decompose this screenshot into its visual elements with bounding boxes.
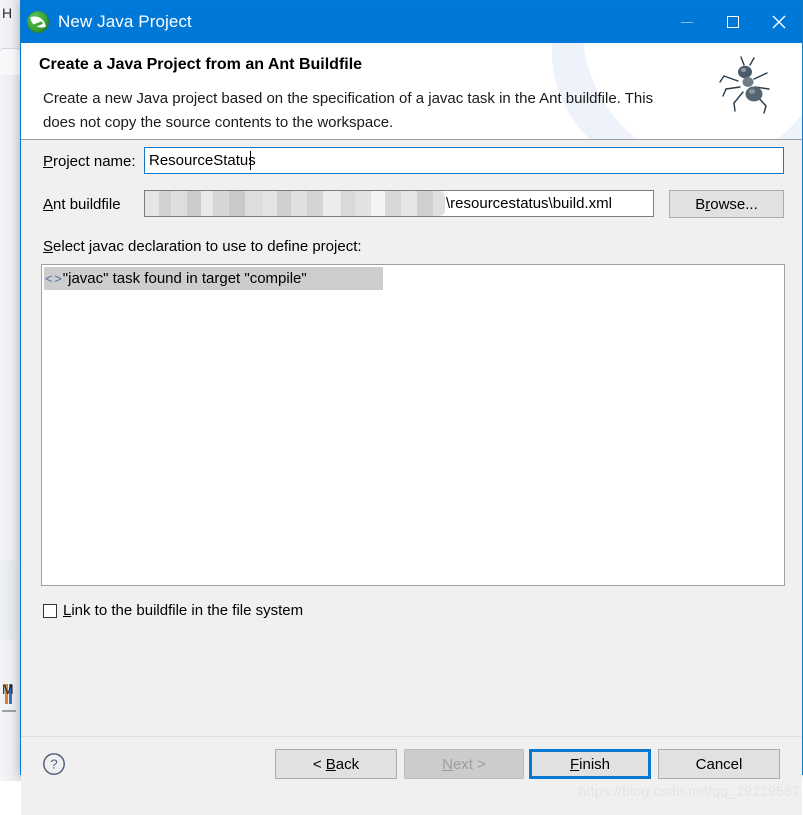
cancel-button[interactable]: Cancel xyxy=(658,749,780,779)
dialog-title: New Java Project xyxy=(58,12,192,31)
link-buildfile-checkbox-row[interactable]: Link to the buildfile in the file system xyxy=(43,602,303,619)
background-window-panel xyxy=(0,560,18,640)
finish-button[interactable]: Finish xyxy=(529,749,651,779)
dialog-header-banner: Create a Java Project from an Ant Buildf… xyxy=(21,43,802,140)
background-window[interactable]: H M xyxy=(0,0,22,781)
text-caret xyxy=(250,151,251,170)
window-controls xyxy=(664,1,802,43)
maximize-icon[interactable] xyxy=(710,1,756,43)
back-button-label: < Back xyxy=(312,755,360,773)
next-button-label: Next > xyxy=(442,755,486,773)
select-javac-label-rest: elect javac declaration to use to define… xyxy=(53,238,362,255)
dialog-button-bar: ? < Back Next > Finish Cancel https://bl… xyxy=(21,736,802,815)
cancel-button-label: Cancel xyxy=(695,755,743,773)
banner-description: Create a new Java project based on the s… xyxy=(43,90,654,131)
browse-button-label: Browse... xyxy=(695,195,758,213)
dialog-titlebar[interactable]: New Java Project xyxy=(21,1,802,43)
project-name-label-rest: roject name: xyxy=(53,153,136,170)
ant-buildfile-value: \resourcestatus\build.xml xyxy=(446,195,612,212)
redacted-path-mosaic xyxy=(145,191,445,216)
background-window-divider xyxy=(2,710,16,712)
list-item[interactable]: < > "javac" task found in target "compil… xyxy=(44,267,383,290)
minimize-icon[interactable] xyxy=(664,1,710,43)
spring-leaf-icon xyxy=(27,11,49,33)
xml-tag-icon: < > xyxy=(45,271,62,286)
ant-buildfile-label-rest: nt buildfile xyxy=(53,196,121,213)
ant-buildfile-label: Ant buildfile xyxy=(43,196,121,213)
svg-text:?: ? xyxy=(50,757,57,772)
new-java-project-dialog: New Java Project Create a Java Project f… xyxy=(20,0,803,815)
background-window-tab[interactable] xyxy=(0,48,21,75)
banner-title: Create a Java Project from an Ant Buildf… xyxy=(39,56,363,73)
ant-icon xyxy=(719,56,770,114)
link-buildfile-checkbox-label: Link to the buildfile in the file system xyxy=(63,602,304,619)
browse-button[interactable]: Browse... xyxy=(669,190,784,218)
finish-button-label: Finish xyxy=(569,755,611,773)
dialog-content: Project name: Ant buildfile \resourcesta… xyxy=(21,140,802,736)
project-name-input[interactable] xyxy=(144,147,784,174)
close-icon[interactable] xyxy=(756,1,802,43)
desktop-background: H M New Java Project Create a Java Proje… xyxy=(0,0,803,815)
list-item-label: "javac" task found in target "compile" xyxy=(62,270,307,287)
select-javac-label: Select javac declaration to use to defin… xyxy=(43,238,362,255)
back-button[interactable]: < Back xyxy=(275,749,397,779)
link-buildfile-checkbox[interactable] xyxy=(43,603,57,618)
background-window-letter-bottom: M xyxy=(2,682,13,696)
javac-declaration-listbox[interactable]: < > "javac" task found in target "compil… xyxy=(41,264,785,586)
link-buildfile-label-rest: ink to the buildfile in the file system xyxy=(71,602,304,619)
next-button: Next > xyxy=(404,749,524,779)
project-name-label: Project name: xyxy=(43,153,136,170)
watermark: https://blog.csdn.net/qq_29229567 xyxy=(578,783,800,799)
help-icon[interactable]: ? xyxy=(42,752,66,776)
ant-buildfile-input[interactable]: \resourcestatus\build.xml xyxy=(144,190,654,217)
background-window-letter-top: H xyxy=(2,6,13,20)
